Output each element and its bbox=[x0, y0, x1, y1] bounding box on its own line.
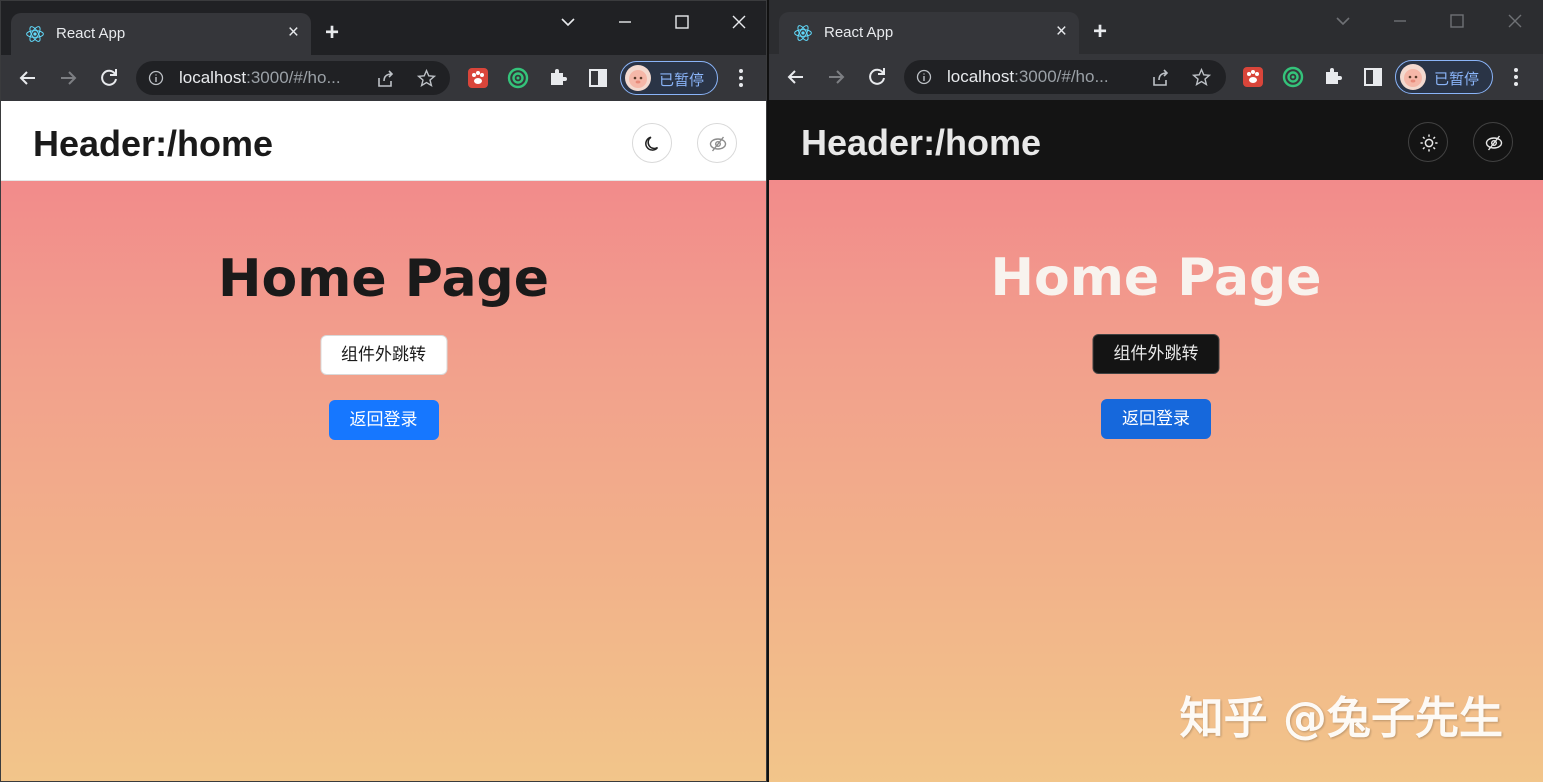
back-button[interactable] bbox=[15, 65, 41, 91]
visibility-toggle-button[interactable] bbox=[1473, 122, 1513, 162]
extensions-puzzle-icon[interactable] bbox=[1321, 65, 1345, 89]
side-panel-icon[interactable] bbox=[1361, 65, 1385, 89]
avatar bbox=[625, 65, 651, 91]
page-title: Home Page bbox=[217, 249, 550, 309]
forward-button[interactable] bbox=[823, 64, 849, 90]
url-text: localhost:3000/#/ho... bbox=[947, 67, 1109, 87]
tab-title: React App bbox=[824, 24, 894, 41]
reload-button[interactable] bbox=[96, 65, 122, 91]
browser-toolbar: localhost:3000/#/ho... 已暂停 bbox=[1, 55, 766, 101]
back-to-login-button[interactable]: 返回登录 bbox=[328, 400, 439, 440]
browser-toolbar: localhost:3000/#/ho... 已暂停 bbox=[769, 54, 1543, 100]
tab-strip: React App × + bbox=[769, 0, 1543, 54]
eye-off-icon bbox=[1485, 135, 1503, 151]
new-tab-button[interactable]: + bbox=[325, 21, 339, 45]
maximize-button[interactable] bbox=[1445, 10, 1469, 32]
tab-close-button[interactable]: × bbox=[1056, 21, 1067, 43]
react-icon bbox=[26, 26, 44, 42]
react-icon bbox=[794, 25, 812, 41]
extensions-puzzle-icon[interactable] bbox=[546, 66, 570, 90]
moon-icon bbox=[645, 136, 659, 151]
menu-kebab-icon[interactable] bbox=[1513, 66, 1519, 88]
eye-off-icon bbox=[709, 136, 727, 152]
back-to-login-button[interactable]: 返回登录 bbox=[1101, 399, 1211, 439]
browser-window-light: React App × + localhost:3000/#/ho... 已暂停… bbox=[0, 0, 767, 782]
sun-icon bbox=[1420, 134, 1438, 152]
page-title: Home Page bbox=[990, 248, 1322, 308]
page-viewport: Header:/home Home Page 组件外跳转 返回登录 知乎 @兔子… bbox=[769, 100, 1543, 782]
info-icon[interactable] bbox=[916, 69, 932, 85]
theme-toggle-button[interactable] bbox=[632, 123, 672, 163]
minimize-button[interactable] bbox=[613, 11, 637, 33]
profile-status-label: 已暂停 bbox=[1434, 71, 1480, 88]
bookmark-star-icon[interactable] bbox=[1191, 67, 1212, 88]
tab-title: React App bbox=[56, 25, 126, 42]
close-window-button[interactable] bbox=[1503, 10, 1527, 32]
url-host: localhost bbox=[947, 67, 1015, 86]
forward-button[interactable] bbox=[55, 65, 81, 91]
tab-search-icon[interactable] bbox=[556, 11, 580, 33]
url-path: :3000/#/ho... bbox=[246, 68, 341, 87]
minimize-button[interactable] bbox=[1388, 10, 1412, 32]
home-page-content: Home Page 组件外跳转 返回登录 bbox=[1, 181, 766, 781]
avatar bbox=[1400, 64, 1426, 90]
tab-strip: React App × + bbox=[1, 1, 766, 55]
url-host: localhost bbox=[179, 68, 247, 87]
header-title: Header:/home bbox=[33, 123, 274, 164]
extension-target-icon[interactable] bbox=[506, 66, 530, 90]
external-navigate-button[interactable]: 组件外跳转 bbox=[320, 335, 447, 375]
tab-react-app[interactable]: React App × bbox=[779, 12, 1079, 54]
url-path: :3000/#/ho... bbox=[1014, 67, 1109, 86]
reload-button[interactable] bbox=[864, 64, 890, 90]
share-icon[interactable] bbox=[376, 69, 396, 89]
share-icon[interactable] bbox=[1151, 68, 1171, 88]
browser-window-dark: React App × + localhost:3000/#/ho... 已暂停… bbox=[769, 0, 1543, 782]
extension-target-icon[interactable] bbox=[1281, 65, 1305, 89]
tab-close-button[interactable]: × bbox=[288, 22, 299, 44]
profile-button[interactable]: 已暂停 bbox=[1395, 60, 1493, 94]
info-icon[interactable] bbox=[148, 70, 164, 86]
new-tab-button[interactable]: + bbox=[1093, 20, 1107, 44]
tab-search-icon[interactable] bbox=[1331, 10, 1355, 32]
profile-status-label: 已暂停 bbox=[659, 72, 705, 89]
close-window-button[interactable] bbox=[727, 11, 751, 33]
profile-button[interactable]: 已暂停 bbox=[620, 61, 718, 95]
page-viewport: Header:/home Home Page 组件外跳转 返回登录 bbox=[1, 101, 766, 781]
theme-toggle-button[interactable] bbox=[1408, 122, 1448, 162]
home-page-content: Home Page 组件外跳转 返回登录 知乎 @兔子先生 bbox=[769, 180, 1543, 782]
visibility-toggle-button[interactable] bbox=[697, 123, 737, 163]
extension-paw-icon[interactable] bbox=[466, 66, 490, 90]
app-header: Header:/home bbox=[1, 101, 766, 181]
address-bar[interactable]: localhost:3000/#/ho... bbox=[136, 61, 450, 95]
header-title: Header:/home bbox=[801, 122, 1042, 163]
address-bar[interactable]: localhost:3000/#/ho... bbox=[904, 60, 1226, 94]
maximize-button[interactable] bbox=[670, 11, 694, 33]
side-panel-icon[interactable] bbox=[586, 66, 610, 90]
url-text: localhost:3000/#/ho... bbox=[179, 68, 341, 88]
app-header: Header:/home bbox=[769, 100, 1543, 180]
menu-kebab-icon[interactable] bbox=[738, 67, 744, 89]
extension-paw-icon[interactable] bbox=[1241, 65, 1265, 89]
tab-react-app[interactable]: React App × bbox=[11, 13, 311, 55]
bookmark-star-icon[interactable] bbox=[416, 68, 437, 89]
external-navigate-button[interactable]: 组件外跳转 bbox=[1092, 334, 1220, 374]
back-button[interactable] bbox=[783, 64, 809, 90]
screenshot-stage: React App × + localhost:3000/#/ho... 已暂停… bbox=[0, 0, 1543, 782]
zhihu-watermark: 知乎 @兔子先生 bbox=[1179, 693, 1503, 744]
